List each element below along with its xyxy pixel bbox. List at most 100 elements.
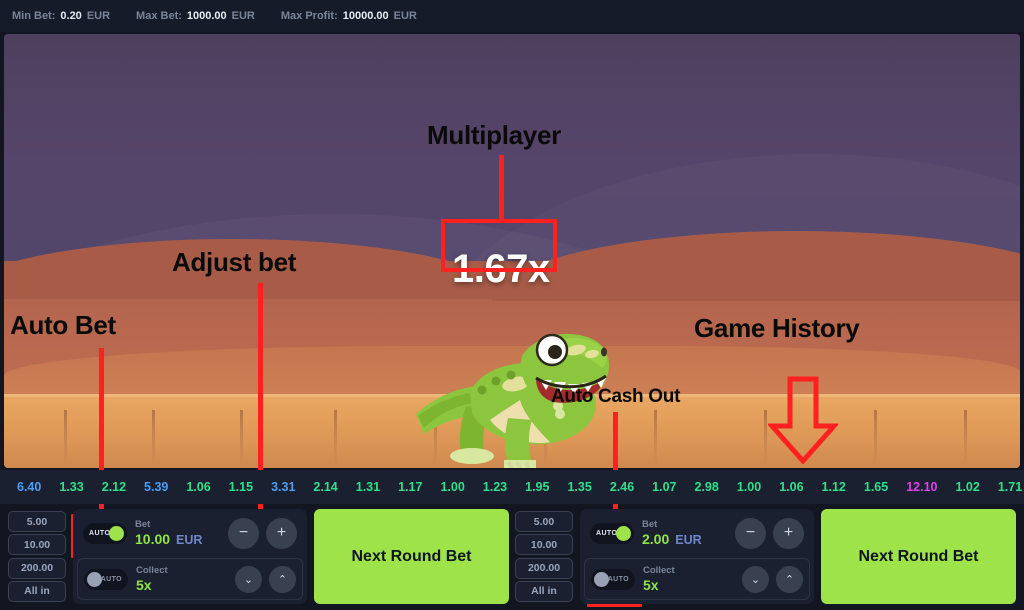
- toggle-knob: [594, 571, 609, 587]
- limit-max-bet-currency: EUR: [231, 10, 255, 22]
- history-item[interactable]: 1.02: [947, 480, 989, 494]
- next-round-bet-button-left[interactable]: Next Round Bet: [314, 509, 509, 604]
- auto-cashout-toggle-label: AUTO: [100, 575, 122, 583]
- panel-left: 5.00 10.00 200.00 All in AUTO Bet 10.00 …: [8, 509, 509, 604]
- history-item[interactable]: 1.33: [50, 480, 92, 494]
- panel-right: 5.00 10.00 200.00 All in AUTO Bet 2.00 E…: [515, 509, 1016, 604]
- history-item[interactable]: 1.00: [431, 480, 473, 494]
- history-item[interactable]: 2.12: [93, 480, 135, 494]
- bet-steppers-right: − +: [735, 517, 804, 549]
- history-item[interactable]: 1.07: [643, 480, 685, 494]
- toggle-knob: [109, 525, 124, 541]
- auto-cashout-row-right: AUTO Collect 5x ⌄ ⌃: [584, 558, 810, 600]
- dinosaur-character: [404, 302, 614, 468]
- bet-steppers-left: − +: [228, 517, 297, 549]
- history-item[interactable]: 1.15: [220, 480, 262, 494]
- auto-cashout-toggle-right[interactable]: AUTO: [591, 568, 635, 590]
- auto-cashout-toggle-left[interactable]: AUTO: [84, 568, 128, 590]
- auto-cashout-toggle-label: AUTO: [607, 575, 629, 583]
- bet-increase-button[interactable]: +: [266, 517, 297, 549]
- history-item[interactable]: 1.95: [516, 480, 558, 494]
- next-round-bet-button-right[interactable]: Next Round Bet: [821, 509, 1016, 604]
- bet-decrease-button[interactable]: −: [228, 517, 259, 549]
- collect-field-left[interactable]: Collect 5x: [136, 565, 227, 593]
- history-item[interactable]: 1.00: [728, 480, 770, 494]
- chip-bet-amount[interactable]: 200.00: [8, 557, 66, 579]
- auto-bet-toggle-left[interactable]: AUTO: [83, 522, 127, 544]
- chip-bet-amount[interactable]: 5.00: [8, 511, 66, 532]
- annotation-label-multiplayer: Multiplayer: [427, 120, 561, 150]
- limit-max-bet-label: Max Bet:: [136, 10, 182, 22]
- bet-amount-label: Bet: [642, 519, 658, 530]
- bet-amount-field-right[interactable]: Bet 2.00 EUR: [642, 519, 727, 547]
- history-item[interactable]: 2.14: [304, 480, 346, 494]
- collect-label: Collect: [136, 565, 168, 576]
- collect-value: 5x: [643, 577, 659, 593]
- limit-max-profit: Max Profit: 10000.00 EUR: [281, 10, 417, 22]
- history-item[interactable]: 1.12: [813, 480, 855, 494]
- annotation-label-adjust-bet: Adjust bet: [172, 247, 297, 277]
- bet-amount-currency: EUR: [176, 533, 203, 547]
- chip-bet-amount[interactable]: 10.00: [8, 534, 66, 556]
- history-item[interactable]: 1.06: [770, 480, 812, 494]
- bet-amount-row-right: AUTO Bet 2.00 EUR − +: [584, 513, 810, 553]
- limit-max-bet-value: 1000.00: [186, 10, 227, 22]
- auto-bet-toggle-right[interactable]: AUTO: [590, 522, 634, 544]
- chip-all-in[interactable]: All in: [515, 580, 573, 602]
- annotation-arrow-game-history: [766, 376, 840, 469]
- toggle-knob: [616, 525, 631, 541]
- bet-amount-value: 10.00: [135, 531, 171, 547]
- collect-field-right[interactable]: Collect 5x: [643, 565, 734, 593]
- auto-cashout-row-left: AUTO Collect 5x ⌄ ⌃: [77, 558, 303, 600]
- annotation-box-multiplier: [441, 219, 557, 272]
- history-item[interactable]: 1.65: [855, 480, 897, 494]
- annotation-line-multiplayer: [499, 155, 504, 223]
- history-item[interactable]: 2.46: [601, 480, 643, 494]
- history-item[interactable]: 3.31: [262, 480, 304, 494]
- betting-panels: 5.00 10.00 200.00 All in AUTO Bet 10.00 …: [0, 505, 1024, 610]
- bet-amount-value: 2.00: [642, 531, 670, 547]
- crash-game-screen: Min Bet: 0.20 EUR Max Bet: 1000.00 EUR M…: [0, 0, 1024, 610]
- quick-bet-chips-left: 5.00 10.00 200.00 All in: [8, 509, 66, 604]
- bet-amount-row-left: AUTO Bet 10.00 EUR − +: [77, 513, 303, 553]
- collect-increase-button[interactable]: ⌃: [776, 565, 803, 593]
- auto-bet-toggle-label: AUTO: [89, 529, 111, 537]
- auto-bet-toggle-label: AUTO: [596, 529, 618, 537]
- collect-steppers-left: ⌄ ⌃: [235, 565, 296, 593]
- bet-increase-button[interactable]: +: [773, 517, 804, 549]
- bet-amount-field-left[interactable]: Bet 10.00 EUR: [135, 519, 220, 547]
- limit-max-profit-label: Max Profit:: [280, 10, 338, 22]
- chip-bet-amount[interactable]: 5.00: [515, 511, 573, 532]
- collect-decrease-button[interactable]: ⌄: [742, 565, 769, 593]
- history-item[interactable]: 2.98: [686, 480, 728, 494]
- limit-min-bet-label: Min Bet:: [12, 10, 56, 22]
- collect-steppers-right: ⌄ ⌃: [742, 565, 803, 593]
- history-item[interactable]: 1.35: [558, 480, 600, 494]
- history-item[interactable]: 1.06: [177, 480, 219, 494]
- history-item[interactable]: 5.39: [135, 480, 177, 494]
- history-item[interactable]: 1.31: [347, 480, 389, 494]
- bet-amount-label: Bet: [135, 519, 151, 530]
- collect-increase-button[interactable]: ⌃: [269, 565, 296, 593]
- collect-decrease-button[interactable]: ⌄: [235, 565, 262, 593]
- limit-min-bet: Min Bet: 0.20 EUR: [12, 10, 110, 22]
- limit-max-bet: Max Bet: 1000.00 EUR: [136, 10, 255, 22]
- bet-decrease-button[interactable]: −: [735, 517, 766, 549]
- history-item[interactable]: 1.71: [989, 480, 1024, 494]
- quick-bet-chips-right: 5.00 10.00 200.00 All in: [515, 509, 573, 604]
- bet-controls-right: AUTO Bet 2.00 EUR − + AUTO Collect 5x ⌄ …: [580, 509, 814, 604]
- chip-all-in[interactable]: All in: [8, 580, 66, 602]
- annotation-label-auto-cash-out: Auto Cash Out: [551, 386, 681, 407]
- history-item[interactable]: 1.23: [474, 480, 516, 494]
- collect-value: 5x: [136, 577, 152, 593]
- limit-max-profit-value: 10000.00: [342, 10, 389, 22]
- history-item[interactable]: 12.10: [897, 480, 946, 494]
- limit-max-profit-currency: EUR: [393, 10, 417, 22]
- chip-bet-amount[interactable]: 200.00: [515, 557, 573, 579]
- bet-amount-currency: EUR: [675, 533, 702, 547]
- history-item[interactable]: 6.40: [8, 480, 50, 494]
- history-item[interactable]: 1.17: [389, 480, 431, 494]
- annotation-label-auto-bet: Auto Bet: [10, 310, 116, 340]
- chip-bet-amount[interactable]: 10.00: [515, 534, 573, 556]
- game-history-bar[interactable]: 6.40 1.33 2.12 5.39 1.06 1.15 3.31 2.14 …: [0, 470, 1024, 504]
